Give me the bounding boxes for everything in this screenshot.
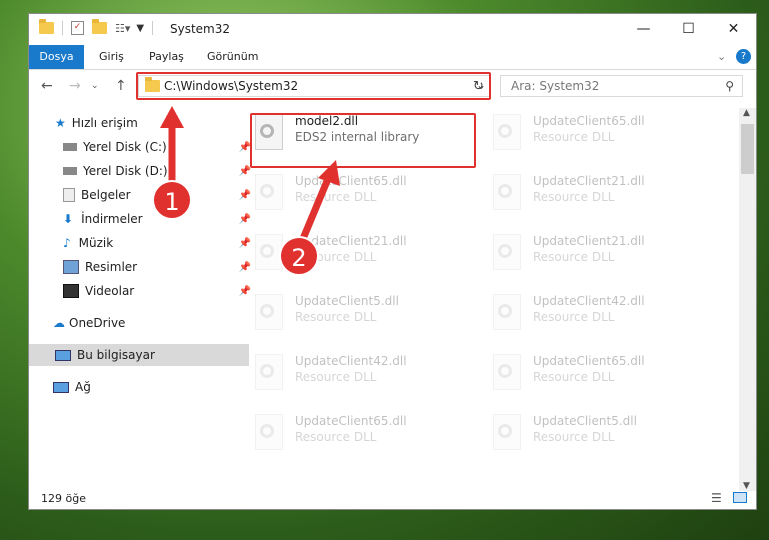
callout-badge-one: 1 [152, 180, 192, 220]
arrow-two [296, 160, 340, 250]
arrow-one [160, 106, 184, 192]
callout-badge-two: 2 [279, 236, 319, 276]
annotation-arrows [160, 106, 340, 250]
